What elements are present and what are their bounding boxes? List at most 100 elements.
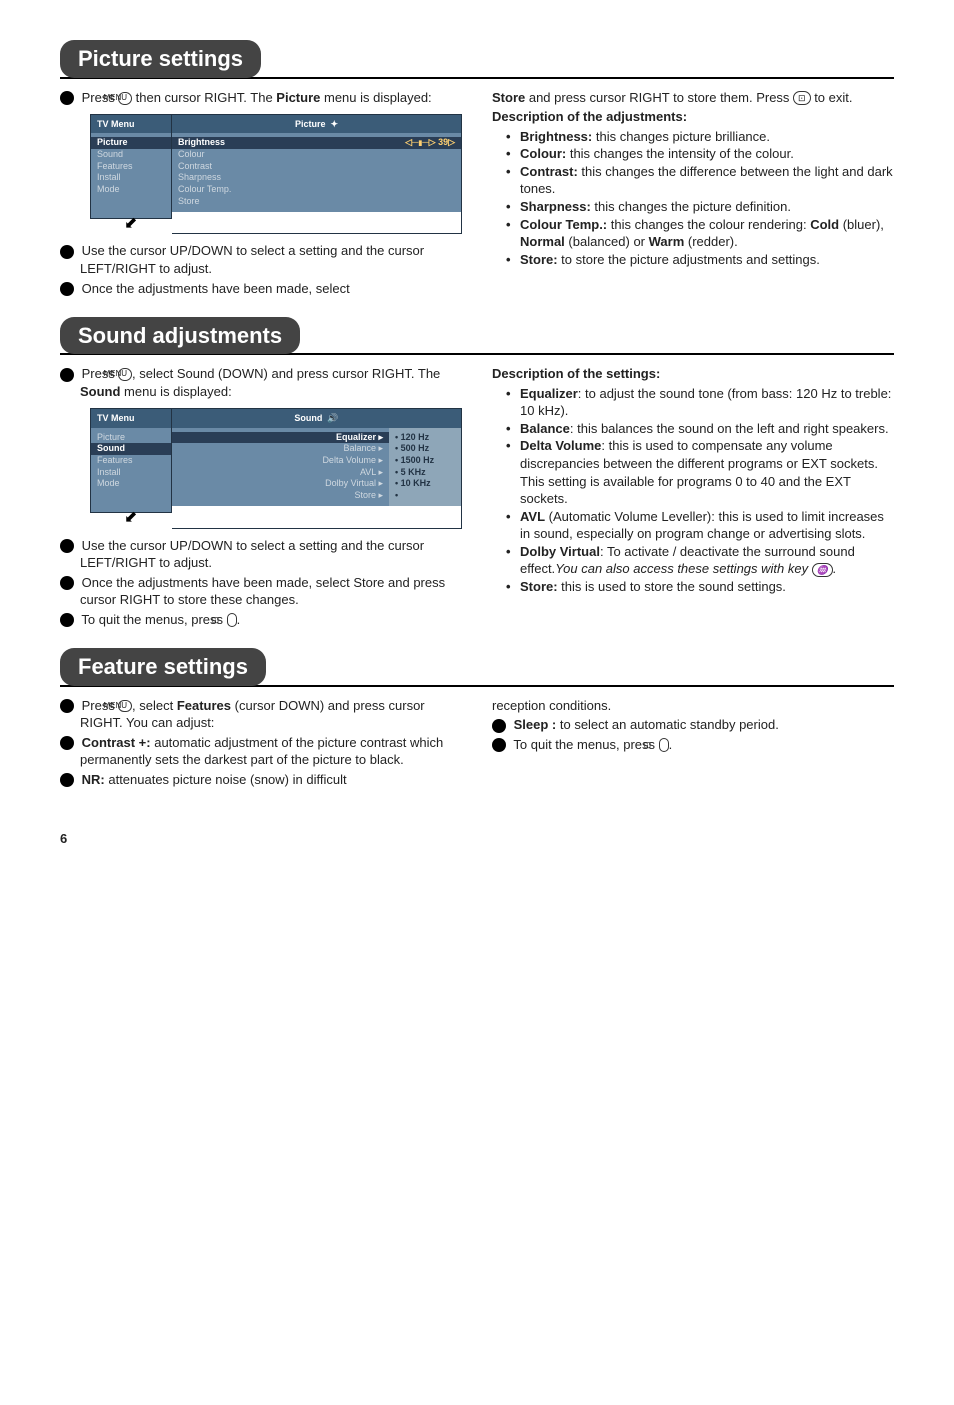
diag-item: Store — [178, 196, 455, 208]
desc-equalizer: Equalizer: to adjust the sound tone (fro… — [520, 385, 894, 420]
diag-value: • 500 Hz — [395, 443, 455, 455]
text: to select an automatic standby period. — [556, 717, 779, 732]
diag-value: • 1500 Hz — [395, 455, 455, 467]
step-marker-2: 2 — [60, 539, 74, 553]
step-marker-3: 3 — [60, 773, 74, 787]
feature-step5: 5 To quit the menus, press ⊡. — [492, 736, 894, 754]
text: , select — [132, 698, 177, 713]
text: Store — [492, 90, 525, 105]
feature-step3: 3 NR: attenuates picture noise (snow) in… — [60, 771, 462, 789]
desc-brightness: Brightness: this changes picture brillia… — [520, 128, 894, 146]
diag-item: Features — [97, 455, 165, 467]
feature-step2: 2 Contrast +: automatic adjustment of th… — [60, 734, 462, 769]
desc-store: Store: this is used to store the sound s… — [520, 578, 894, 596]
picture-step1: 1 Press MENU then cursor RIGHT. The Pict… — [60, 89, 462, 107]
diag-item: Picture — [97, 432, 165, 444]
section-heading-sound: Sound adjustments — [60, 317, 300, 355]
picture-diagram: TV Menu Picture Sound Features Install M… — [90, 114, 462, 234]
menu-key-icon: MENU — [118, 368, 132, 381]
exit-key-icon: ⊡ — [227, 613, 237, 627]
step-marker-1: 1 — [60, 699, 74, 713]
diag-item: Sound — [91, 443, 171, 455]
text: menu is displayed: — [120, 384, 231, 399]
arrow-icon: ⬋ — [124, 213, 172, 235]
diag-item: AVL ▸ — [178, 467, 383, 479]
step-marker-4: 4 — [60, 613, 74, 627]
diag-left-title: TV Menu — [91, 409, 171, 427]
sound-step1: 1 Press MENU, select Sound (DOWN) and pr… — [60, 365, 462, 400]
text: Once the adjustments have been made, sel… — [80, 575, 445, 608]
menu-key-icon: MENU — [118, 700, 132, 713]
diag-item: Dolby Virtual ▸ — [178, 478, 383, 490]
step-marker-3: 3 — [60, 282, 74, 296]
diag-item: Features — [97, 161, 165, 173]
section-heading-picture: Picture settings — [60, 40, 261, 78]
sound-step2: 2 Use the cursor UP/DOWN to select a set… — [60, 537, 462, 572]
diag-item: Mode — [97, 184, 165, 196]
diag-value: • 5 KHz — [395, 467, 455, 479]
text: attenuates picture noise (snow) in diffi… — [105, 772, 347, 787]
text: Once the adjustments have been made, sel… — [82, 281, 350, 296]
step-marker-2: 2 — [60, 245, 74, 259]
section-heading-feature: Feature settings — [60, 648, 266, 686]
diag-value: • 120 Hz — [395, 432, 455, 444]
diag-value: • — [395, 490, 455, 502]
text: To quit the menus, press — [513, 737, 658, 752]
desc-store: Store: to store the picture adjustments … — [520, 251, 894, 269]
text: Use the cursor UP/DOWN to select a setti… — [80, 243, 424, 276]
diag-item: Brightness◁─▮─▷ 39▷ — [172, 137, 461, 149]
text: and press cursor RIGHT to store them. Pr… — [525, 90, 793, 105]
diag-right-title: Picture ✦ — [172, 115, 461, 133]
desc-balance: Balance: this balances the sound on the … — [520, 420, 894, 438]
diag-item: Install — [97, 172, 165, 184]
step-marker-2: 2 — [60, 736, 74, 750]
arrow-icon: ⬋ — [124, 507, 172, 529]
text: menu is displayed: — [320, 90, 431, 105]
diag-item: Colour Temp. — [178, 184, 455, 196]
text: Use the cursor UP/DOWN to select a setti… — [80, 538, 424, 571]
text: Sleep : — [514, 717, 557, 732]
diag-item: Delta Volume ▸ — [178, 455, 383, 467]
diag-item: Picture — [91, 137, 171, 149]
sound-step3: 3 Once the adjustments have been made, s… — [60, 574, 462, 609]
text: then cursor RIGHT. The — [132, 90, 276, 105]
diag-item: Sharpness — [178, 172, 455, 184]
diag-item: Store ▸ — [178, 490, 383, 502]
feature-step4: 4 Sleep : to select an automatic standby… — [492, 716, 894, 734]
sound-step4: 4 To quit the menus, press ⊡. — [60, 611, 462, 629]
desc-dolby-virtual: Dolby Virtual: To activate / deactivate … — [520, 543, 894, 578]
sound-diagram: TV Menu Picture Sound Features Install M… — [90, 408, 462, 528]
desc-colour: Colour: this changes the intensity of th… — [520, 145, 894, 163]
desc-contrast: Contrast: this changes the difference be… — [520, 163, 894, 198]
diag-value: • 10 KHz — [395, 478, 455, 490]
desc-colour-temp: Colour Temp.: this changes the colour re… — [520, 216, 894, 251]
desc-avl: AVL (Automatic Volume Leveller): this is… — [520, 508, 894, 543]
surround-key-icon: ♒ — [812, 563, 833, 577]
desc-sharpness: Sharpness: this changes the picture defi… — [520, 198, 894, 216]
diag-item: Colour — [178, 149, 455, 161]
picture-store-text: Store and press cursor RIGHT to store th… — [492, 89, 894, 107]
picture-step3: 3 Once the adjustments have been made, s… — [60, 280, 462, 298]
desc-delta-volume: Delta Volume: this is used to compensate… — [520, 437, 894, 507]
step-marker-3: 3 — [60, 576, 74, 590]
diag-left-title: TV Menu — [91, 115, 171, 133]
feature-step1: 1 Press MENU, select Features (cursor DO… — [60, 697, 462, 732]
diag-item: Equalizer ▸ — [172, 432, 389, 444]
text: Contrast +: — [82, 735, 151, 750]
text: Features — [177, 698, 231, 713]
diag-item: Sound — [97, 149, 165, 161]
exit-key-icon: ⊡ — [793, 91, 811, 105]
exit-key-icon: ⊡ — [659, 738, 669, 752]
text: to exit. — [811, 90, 853, 105]
step-marker-1: 1 — [60, 91, 74, 105]
diag-item: Contrast — [178, 161, 455, 173]
desc-heading: Description of the adjustments: — [492, 109, 687, 124]
text: , select Sound (DOWN) and press cursor R… — [132, 366, 440, 381]
step-marker-4: 4 — [492, 719, 506, 733]
picture-step2: 2 Use the cursor UP/DOWN to select a set… — [60, 242, 462, 277]
text: Sound — [80, 384, 120, 399]
text: To quit the menus, press — [81, 612, 226, 627]
text: Picture — [276, 90, 320, 105]
feature-right-top: reception conditions. — [492, 697, 894, 715]
diag-item: Balance ▸ — [178, 443, 383, 455]
